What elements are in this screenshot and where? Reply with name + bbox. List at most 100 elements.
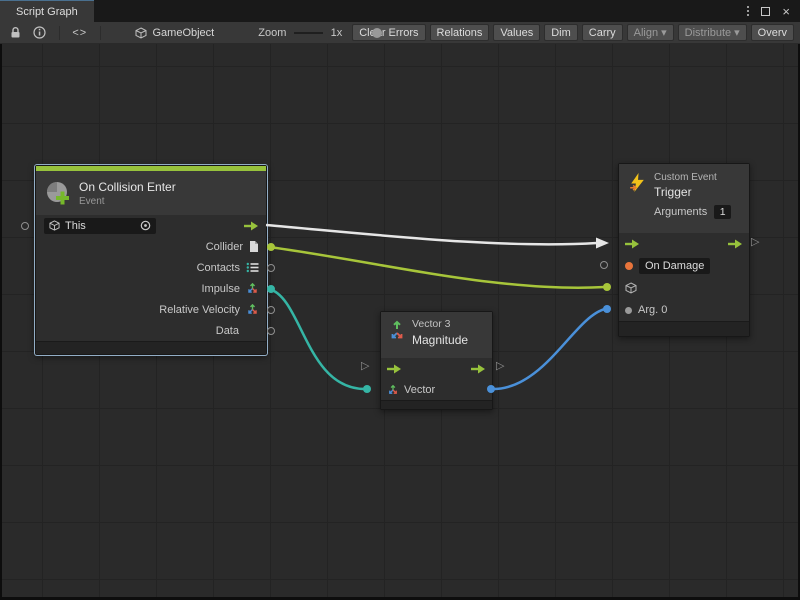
port-impulse-out[interactable]: [267, 285, 275, 293]
arguments-label: Arguments: [654, 206, 707, 218]
lock-icon[interactable]: [6, 26, 25, 39]
input-row-vector: Vector: [381, 379, 492, 400]
vector3-icon: [389, 318, 405, 345]
code-graph-icon[interactable]: <>: [68, 27, 91, 39]
window-controls: ×: [747, 0, 800, 22]
flow-row: [619, 233, 749, 255]
port-event-name-in[interactable]: [600, 261, 608, 269]
node-title: Trigger: [654, 185, 731, 199]
string-port-icon[interactable]: [625, 262, 633, 270]
port-collider-out[interactable]: [267, 243, 275, 251]
wire-flow-arrowhead: [596, 238, 609, 249]
zoom-label: Zoom: [258, 27, 286, 39]
flow-row: [381, 358, 492, 379]
cube-icon: [49, 220, 60, 231]
node-header: On Collision Enter Event: [36, 171, 266, 215]
close-icon[interactable]: ×: [782, 5, 790, 18]
wire-magnitude-end[interactable]: [603, 305, 611, 313]
target-value: This: [65, 220, 135, 232]
flow-out-arrow-icon[interactable]: [244, 221, 259, 231]
node-title: On Collision Enter: [79, 180, 176, 194]
values-button[interactable]: Values: [493, 24, 540, 41]
target-row: [619, 277, 749, 299]
node-category: Custom Event: [654, 172, 731, 183]
port-label: Arg. 0: [638, 304, 667, 316]
event-name-row: On Damage: [619, 255, 749, 277]
vector3-icon: [246, 303, 259, 316]
port-contacts-out[interactable]: [267, 264, 275, 272]
vector3-icon: [387, 384, 399, 396]
collider-file-icon: [249, 240, 259, 253]
custom-event-bolt-icon: [629, 172, 646, 193]
relations-button[interactable]: Relations: [430, 24, 490, 41]
wire-magnitude[interactable]: [493, 309, 605, 389]
tab-bar: Script Graph ×: [0, 0, 800, 22]
port-row-impulse: Impulse: [36, 278, 266, 299]
gameobject-reference[interactable]: GameObject: [135, 27, 214, 39]
arg0-port-icon[interactable]: [625, 307, 632, 314]
gameobject-label: GameObject: [152, 27, 214, 39]
collision-event-icon: [45, 180, 71, 206]
info-icon[interactable]: [29, 26, 50, 39]
zoom-slider-track: [294, 32, 322, 34]
flow-out-triangle-icon[interactable]: ▷: [496, 361, 504, 372]
event-name-field[interactable]: On Damage: [639, 258, 710, 274]
port-relative-velocity-out[interactable]: [267, 306, 275, 314]
port-data-out[interactable]: [267, 327, 275, 335]
clear-errors-button[interactable]: Clear Errors: [352, 24, 425, 41]
list-icon: [246, 262, 259, 273]
flow-out-triangle-icon[interactable]: ▷: [751, 237, 759, 248]
node-footer: [36, 341, 266, 354]
overview-button[interactable]: Overv: [751, 24, 794, 41]
align-button[interactable]: Align ▾: [627, 24, 674, 41]
wire-impulse-end[interactable]: [363, 385, 371, 393]
menu-icon[interactable]: [747, 6, 749, 16]
chevron-down-icon: ▾: [734, 26, 740, 39]
cube-icon: [135, 27, 147, 39]
tab-script-graph[interactable]: Script Graph: [0, 0, 94, 22]
maximize-icon[interactable]: [761, 7, 770, 16]
graph-toolbar: <> GameObject Zoom 1x Clear Errors Relat…: [0, 22, 800, 44]
port-label: Collider: [206, 241, 243, 253]
node-titles: Vector 3 Magnitude: [412, 318, 468, 352]
port-target-in[interactable]: [21, 222, 29, 230]
node-on-collision-enter[interactable]: On Collision Enter Event This Collider C…: [35, 165, 267, 355]
port-row-data: Data: [36, 320, 266, 341]
port-row-contacts: Contacts: [36, 257, 266, 278]
flow-in-arrow-icon[interactable]: [387, 364, 402, 374]
zoom-slider-handle[interactable]: [372, 28, 382, 38]
arguments-row: Arguments 1: [654, 205, 731, 219]
flow-in-arrow-icon[interactable]: [625, 239, 640, 249]
vector3-icon: [246, 282, 259, 295]
zoom-slider[interactable]: [294, 26, 322, 40]
zoom-value: 1x: [331, 27, 343, 39]
graph-canvas[interactable]: On Collision Enter Event This Collider C…: [0, 44, 800, 600]
target-row: This: [36, 215, 266, 236]
flow-out-arrow-icon[interactable]: [728, 239, 743, 249]
node-header: Custom Event Trigger Arguments 1: [619, 164, 749, 233]
chevron-down-icon: ▾: [661, 26, 667, 39]
wire-collider[interactable]: [269, 247, 605, 288]
carry-button[interactable]: Carry: [582, 24, 623, 41]
target-field[interactable]: This: [44, 218, 156, 234]
dim-button[interactable]: Dim: [544, 24, 578, 41]
arguments-input[interactable]: 1: [714, 205, 731, 219]
node-trigger-custom-event[interactable]: Custom Event Trigger Arguments 1 On Dama…: [618, 163, 750, 337]
unity-graph-window: Script Graph × <> GameObject Zoom 1x Cle…: [0, 0, 800, 600]
wire-flow[interactable]: [266, 225, 597, 244]
object-picker-icon[interactable]: [140, 220, 151, 231]
node-footer: [381, 400, 492, 409]
port-row-collider: Collider: [36, 236, 266, 257]
port-label: Vector: [404, 384, 435, 396]
tab-label: Script Graph: [16, 6, 78, 18]
flow-in-triangle-icon[interactable]: ▷: [361, 361, 369, 372]
cube-icon: [625, 282, 637, 294]
node-category: Vector 3: [412, 318, 468, 330]
wire-collider-end[interactable]: [603, 283, 611, 291]
distribute-button[interactable]: Distribute ▾: [678, 24, 747, 41]
flow-out-arrow-icon[interactable]: [471, 364, 486, 374]
node-vector3-magnitude[interactable]: Vector 3 Magnitude Vector: [380, 311, 493, 410]
wire-impulse[interactable]: [269, 289, 365, 389]
canvas-frame: [0, 44, 2, 600]
node-title: Magnitude: [412, 333, 468, 347]
